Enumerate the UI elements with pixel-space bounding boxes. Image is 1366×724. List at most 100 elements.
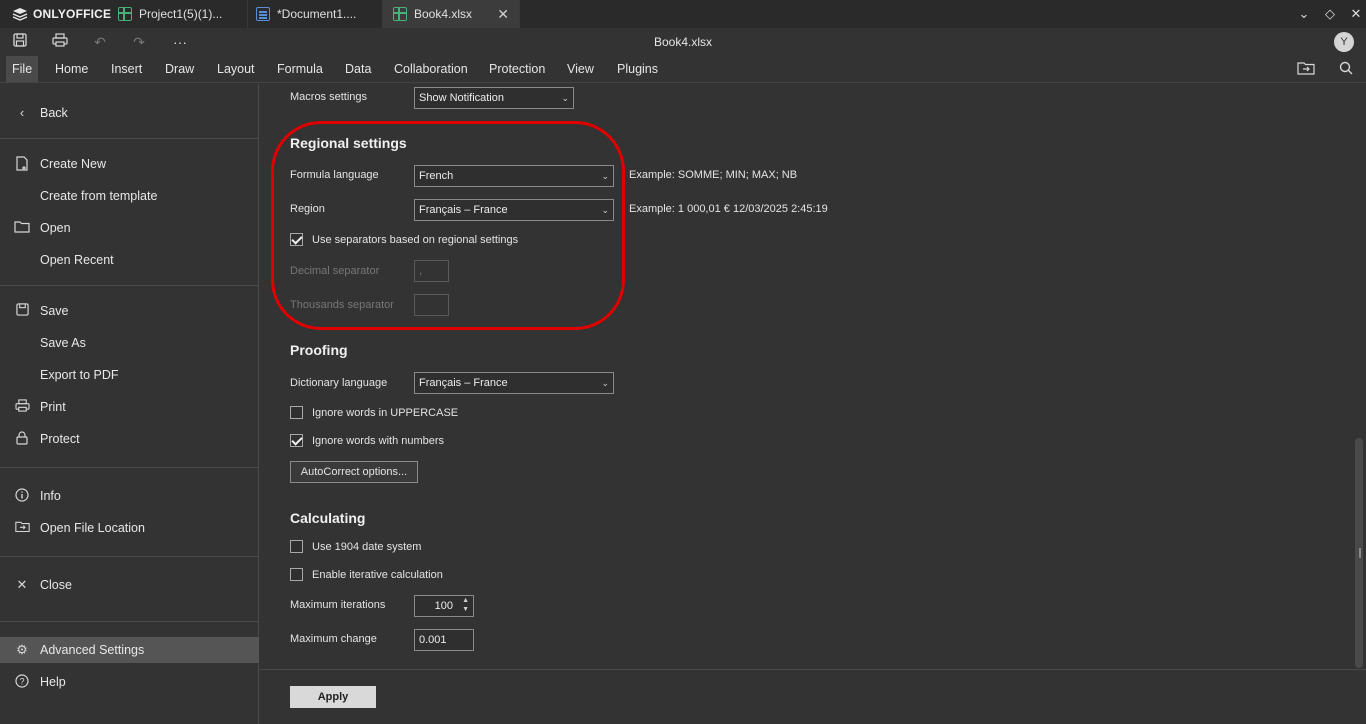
undo-icon[interactable]: ↶ xyxy=(90,32,110,52)
sidebar-item-label: Export to PDF xyxy=(40,368,119,382)
chevron-down-icon[interactable]: ▼ xyxy=(462,606,469,613)
menu-draw[interactable]: Draw xyxy=(159,56,200,82)
sidebar-item-open-recent[interactable]: Open Recent xyxy=(0,247,259,273)
sidebar-item-create-from-template[interactable]: Create from template xyxy=(0,183,259,209)
menu-view[interactable]: View xyxy=(561,56,600,82)
menu-home[interactable]: Home xyxy=(49,56,94,82)
autocorrect-options-button[interactable]: AutoCorrect options... xyxy=(290,461,418,483)
tab-document1[interactable]: *Document1.... xyxy=(246,0,383,28)
divider xyxy=(260,669,1366,670)
close-window-icon[interactable]: ✕ xyxy=(1346,4,1366,24)
advanced-settings-panel: Macros settings Show Notification ⌄ Regi… xyxy=(260,84,1366,724)
chevron-up-icon[interactable]: ▲ xyxy=(462,597,469,604)
sidebar-item-save-as[interactable]: Save As xyxy=(0,330,259,356)
folder-icon xyxy=(14,220,30,236)
main-menu: File Home Insert Draw Layout Formula Dat… xyxy=(0,56,1366,83)
sidebar-item-protect[interactable]: Protect xyxy=(0,426,259,452)
max-change-label: Maximum change xyxy=(290,633,377,645)
sidebar-item-open-file-location[interactable]: Open File Location xyxy=(0,515,259,541)
redo-icon[interactable]: ↷ xyxy=(129,32,149,52)
iterative-calculation-checkbox[interactable] xyxy=(290,568,303,581)
search-icon[interactable] xyxy=(1336,60,1356,80)
sidebar-item-save[interactable]: Save xyxy=(0,298,259,324)
divider xyxy=(0,556,259,557)
avatar[interactable]: Y xyxy=(1334,32,1354,52)
sidebar-item-label: Back xyxy=(40,106,68,120)
sidebar-item-label: Close xyxy=(40,578,72,592)
divider xyxy=(0,621,259,622)
save-icon[interactable] xyxy=(10,32,30,52)
menu-collaboration[interactable]: Collaboration xyxy=(388,56,474,82)
sidebar-item-label: Create from template xyxy=(40,189,158,203)
tab-label: *Document1.... xyxy=(277,7,357,21)
open-file-location-icon[interactable] xyxy=(1296,60,1316,80)
tab-project1[interactable]: Project1(5)(1)... xyxy=(108,0,248,28)
document-title: Book4.xlsx xyxy=(653,35,713,49)
macros-settings-label: Macros settings xyxy=(290,91,368,103)
sidebar-item-export-pdf[interactable]: Export to PDF xyxy=(0,362,259,388)
sidebar-item-print[interactable]: Print xyxy=(0,394,259,420)
sidebar-item-label: Save As xyxy=(40,336,86,350)
stepper-value: 100 xyxy=(434,600,453,612)
close-icon: ✕ xyxy=(16,577,28,592)
spreadsheet-icon xyxy=(118,7,132,21)
calculating-title: Calculating xyxy=(290,510,366,526)
dictionary-language-select[interactable]: Français – France ⌄ xyxy=(414,372,614,394)
print-icon[interactable] xyxy=(50,32,70,52)
quick-access-toolbar: ↶ ↷ ··· Book4.xlsx Y xyxy=(0,28,1366,56)
chevron-down-icon: ⌄ xyxy=(561,93,569,103)
sidebar-item-label: Print xyxy=(40,400,66,414)
more-icon[interactable]: ··· xyxy=(170,32,190,52)
sidebar-item-label: Open File Location xyxy=(40,521,145,535)
svg-text:?: ? xyxy=(19,677,24,687)
menu-data[interactable]: Data xyxy=(339,56,377,82)
document-icon xyxy=(256,7,270,21)
sidebar-item-back[interactable]: ‹ Back xyxy=(0,100,259,126)
divider xyxy=(0,285,259,286)
diamond-icon[interactable]: ◇ xyxy=(1320,4,1340,24)
sidebar-item-info[interactable]: Info xyxy=(0,483,259,509)
ignore-numbers-checkbox[interactable] xyxy=(290,434,303,447)
macros-settings-select[interactable]: Show Notification ⌄ xyxy=(414,87,574,109)
menu-formula[interactable]: Formula xyxy=(271,56,329,82)
iterative-calculation-label: Enable iterative calculation xyxy=(312,569,443,581)
dictionary-language-label: Dictionary language xyxy=(290,377,388,389)
region-example: Example: 1 000,01 € 12/03/2025 2:45:19 xyxy=(629,203,828,215)
lock-icon xyxy=(14,431,30,447)
ignore-uppercase-checkbox[interactable] xyxy=(290,406,303,419)
print-icon xyxy=(14,399,30,415)
apply-button[interactable]: Apply xyxy=(290,686,376,708)
menu-layout[interactable]: Layout xyxy=(211,56,261,82)
sidebar-item-advanced-settings[interactable]: ⚙ Advanced Settings xyxy=(0,637,259,663)
sidebar-item-label: Protect xyxy=(40,432,80,446)
menu-plugins[interactable]: Plugins xyxy=(611,56,664,82)
use-1904-checkbox[interactable] xyxy=(290,540,303,553)
chevron-left-icon: ‹ xyxy=(19,105,25,120)
new-file-icon xyxy=(14,156,30,172)
divider xyxy=(0,467,259,468)
sidebar-item-help[interactable]: ? Help xyxy=(0,669,259,695)
sidebar-item-close[interactable]: ✕ Close xyxy=(0,572,259,598)
menu-insert[interactable]: Insert xyxy=(105,56,148,82)
ignore-uppercase-label: Ignore words in UPPERCASE xyxy=(312,407,459,419)
sidebar-item-label: Info xyxy=(40,489,61,503)
menu-protection[interactable]: Protection xyxy=(483,56,551,82)
proofing-title: Proofing xyxy=(290,342,348,358)
tab-book4[interactable]: Book4.xlsx ✕ xyxy=(383,0,520,28)
sidebar-item-open[interactable]: Open xyxy=(0,215,259,241)
gear-icon: ⚙ xyxy=(16,642,28,657)
use-1904-label: Use 1904 date system xyxy=(312,541,422,553)
max-iterations-stepper[interactable]: 100 ▲ ▼ xyxy=(414,595,474,617)
ignore-numbers-label: Ignore words with numbers xyxy=(312,435,445,447)
sidebar-item-label: Open xyxy=(40,221,71,235)
max-change-input[interactable]: 0.001 xyxy=(414,629,474,651)
tab-label: Book4.xlsx xyxy=(414,7,473,21)
chevron-down-icon[interactable]: ⌄ xyxy=(1294,4,1314,24)
spreadsheet-icon xyxy=(393,7,407,21)
onlyoffice-logo-icon xyxy=(12,8,28,21)
menu-file[interactable]: File xyxy=(6,56,39,82)
file-sidebar: ‹ Back Create New Create from template O… xyxy=(0,84,259,724)
close-tab-icon[interactable]: ✕ xyxy=(497,6,509,23)
title-bar: ONLYOFFICE Project1(5)(1)... *Document1.… xyxy=(0,0,1366,28)
sidebar-item-create-new[interactable]: Create New xyxy=(0,151,259,177)
